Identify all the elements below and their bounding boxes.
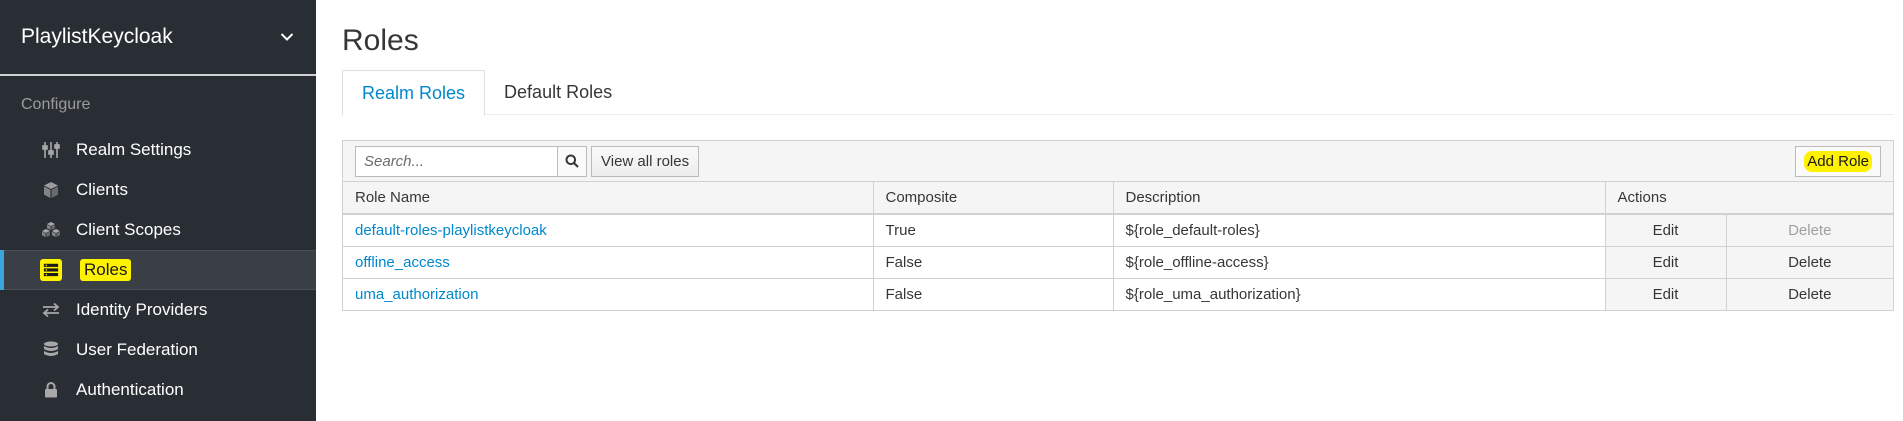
table-row: default-roles-playlistkeycloak True ${ro… <box>343 214 1893 247</box>
view-all-roles-button[interactable]: View all roles <box>591 145 700 177</box>
search-button[interactable] <box>557 145 587 177</box>
lock-icon <box>40 379 62 401</box>
edit-button[interactable]: Edit <box>1605 214 1727 247</box>
sliders-icon <box>40 139 62 161</box>
cubes-icon <box>40 219 62 241</box>
cube-icon <box>40 179 62 201</box>
column-header-role-name[interactable]: Role Name <box>343 182 874 215</box>
delete-button: Delete <box>1726 214 1893 247</box>
sidebar-item-label: Clients <box>76 180 128 199</box>
sidebar-item-label: Identity Providers <box>76 300 208 319</box>
roles-panel: View all roles Add Role Role Name Compos… <box>342 140 1894 311</box>
column-header-composite[interactable]: Composite <box>873 182 1114 215</box>
role-description: ${role_uma_authorization} <box>1113 278 1606 310</box>
tab-realm-roles[interactable]: Realm Roles <box>342 70 486 116</box>
sidebar-item-client-scopes[interactable]: Client Scopes <box>0 210 316 250</box>
sidebar-item-roles[interactable]: Roles <box>0 250 316 290</box>
sidebar-item-realm-settings[interactable]: Realm Settings <box>0 130 316 170</box>
realm-name: PlaylistKeycloak <box>21 25 173 48</box>
role-name-link[interactable]: offline_access <box>343 246 874 279</box>
sidebar-item-clients[interactable]: Clients <box>0 170 316 210</box>
section-label-configure: Configure <box>21 96 91 113</box>
exchange-icon <box>40 299 62 321</box>
roles-table: Role Name Composite Description Actions … <box>343 182 1893 310</box>
role-description: ${role_offline-access} <box>1113 246 1606 279</box>
sidebar-item-user-federation[interactable]: User Federation <box>0 330 316 370</box>
sidebar-item-label: Realm Settings <box>76 140 192 159</box>
sidebar-item-label: User Federation <box>76 340 198 359</box>
role-description: ${role_default-roles} <box>1113 214 1606 247</box>
add-role-label: Add Role <box>1804 151 1872 172</box>
sidebar-item-label: Authentication <box>76 380 184 399</box>
role-composite: True <box>873 214 1114 247</box>
sidebar-item-label: Roles <box>80 259 132 281</box>
role-composite: False <box>873 246 1114 279</box>
delete-button[interactable]: Delete <box>1726 246 1893 279</box>
tab-bar: Realm Roles Default Roles <box>342 70 1894 116</box>
list-icon <box>40 259 62 281</box>
chevron-down-icon <box>280 32 294 42</box>
page-title: Roles <box>342 24 419 57</box>
realm-selector[interactable]: PlaylistKeycloak <box>0 0 316 76</box>
sidebar-item-authentication[interactable]: Authentication <box>0 370 316 410</box>
edit-button[interactable]: Edit <box>1605 278 1727 310</box>
role-composite: False <box>873 278 1114 310</box>
table-header-row: Role Name Composite Description Actions <box>343 182 1893 215</box>
sidebar-item-label: Client Scopes <box>76 220 181 239</box>
sidebar: PlaylistKeycloak Configure Realm Setting… <box>0 0 316 421</box>
search-icon <box>565 154 579 168</box>
add-role-button[interactable]: Add Role <box>1795 146 1881 177</box>
table-row: offline_access False ${role_offline-acce… <box>343 246 1893 279</box>
table-row: uma_authorization False ${role_uma_autho… <box>343 278 1893 310</box>
database-icon <box>40 339 62 361</box>
edit-button[interactable]: Edit <box>1605 246 1727 279</box>
role-name-link[interactable]: uma_authorization <box>343 278 874 310</box>
search-group <box>355 145 587 177</box>
column-header-description[interactable]: Description <box>1113 182 1606 215</box>
sidebar-nav: Realm Settings Clients Client Scopes Rol… <box>0 130 316 410</box>
search-input[interactable] <box>355 145 557 177</box>
sidebar-item-identity-providers[interactable]: Identity Providers <box>0 290 316 330</box>
table-toolbar: View all roles Add Role <box>343 141 1893 182</box>
tab-default-roles[interactable]: Default Roles <box>485 70 631 115</box>
role-name-link[interactable]: default-roles-playlistkeycloak <box>343 214 874 247</box>
delete-button[interactable]: Delete <box>1726 278 1893 310</box>
column-header-actions: Actions <box>1605 182 1893 215</box>
